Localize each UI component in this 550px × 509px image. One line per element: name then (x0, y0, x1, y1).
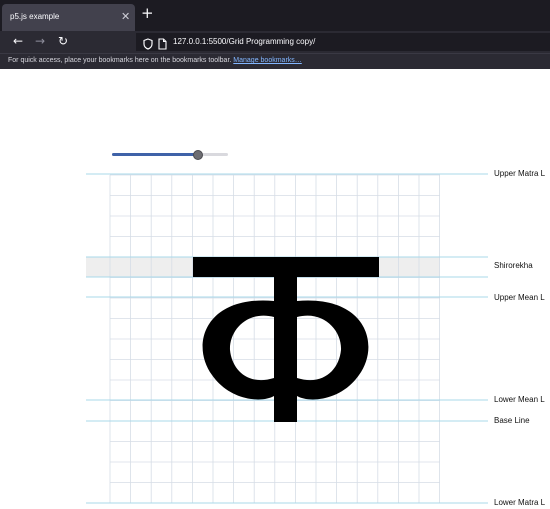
bookmarks-toolbar: For quick access, place your bookmarks h… (0, 53, 550, 69)
sketch-canvas (86, 173, 488, 504)
label-lower-matra: Lower Matra L (494, 498, 546, 507)
nav-bar: ← → ↻ 127.0.0.1:5500/Grid Programming co… (0, 31, 550, 53)
vertical-stem (274, 277, 297, 422)
tab-bar: p5.js example ✕ + (0, 0, 550, 31)
slider-fill (112, 153, 198, 156)
label-base-line: Base Line (494, 416, 530, 425)
back-button[interactable]: ← (13, 33, 23, 49)
close-icon[interactable]: ✕ (121, 10, 130, 23)
size-slider[interactable] (112, 150, 228, 160)
bookmarks-message-text: For quick access, place your bookmarks h… (8, 57, 232, 64)
page-icon[interactable] (158, 35, 167, 54)
manage-bookmarks-link[interactable]: Manage bookmarks… (233, 57, 301, 64)
label-lower-mean: Lower Mean L (494, 395, 545, 404)
browser-tab[interactable]: p5.js example ✕ (2, 4, 135, 31)
label-upper-matra: Upper Matra L (494, 169, 546, 178)
url-text[interactable]: 127.0.0.1:5500/Grid Programming copy/ (173, 37, 315, 46)
bookmarks-message: For quick access, place your bookmarks h… (8, 57, 302, 64)
tab-title: p5.js example (10, 12, 60, 21)
devanagari-ka-glyph (193, 257, 379, 422)
shirorekha-bar (193, 257, 379, 277)
label-shirorekha: Shirorekha (494, 261, 533, 270)
label-upper-mean: Upper Mean L (494, 293, 545, 302)
reload-button[interactable]: ↻ (58, 33, 68, 49)
new-tab-button[interactable]: + (141, 6, 154, 21)
right-bowl (297, 300, 369, 400)
url-bar[interactable]: 127.0.0.1:5500/Grid Programming copy/ (136, 33, 550, 51)
shield-icon[interactable] (143, 35, 153, 54)
slider-thumb[interactable] (192, 150, 203, 160)
forward-button[interactable]: → (35, 33, 45, 49)
